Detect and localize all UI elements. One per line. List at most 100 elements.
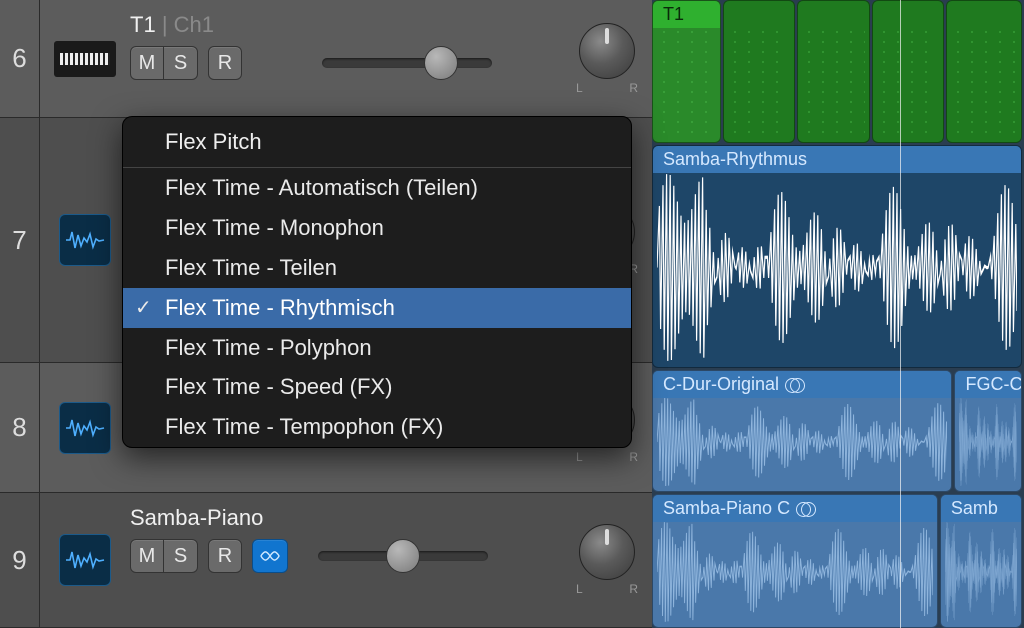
waveform-content <box>959 397 1017 487</box>
flex-menu-item-label: Flex Time - Monophon <box>165 215 384 240</box>
region-header <box>947 1 1021 7</box>
region-label: C-Dur-Original <box>663 374 779 395</box>
region-header <box>724 1 794 7</box>
pan-knob[interactable] <box>579 524 635 580</box>
record-button[interactable]: R <box>208 46 242 80</box>
region-header: Samba-Rhythmus <box>653 146 1021 173</box>
pan-knob[interactable] <box>579 23 635 79</box>
track-body: T1 | Ch1 M S R <box>130 0 562 117</box>
track-controls: M S R <box>130 46 554 80</box>
midi-content <box>877 27 939 138</box>
region[interactable]: Samba-Rhythmus <box>652 145 1022 368</box>
arrange-row: Samba-Rhythmus <box>652 145 1024 368</box>
flex-menu-item-label: Flex Time - Speed (FX) <box>165 374 392 399</box>
slider-rail <box>322 58 492 68</box>
region-header <box>798 1 868 7</box>
waveform-content <box>945 521 1017 623</box>
check-icon: ✓ <box>135 294 152 323</box>
flex-menu-item[interactable]: Flex Time - Polyphon <box>123 328 631 368</box>
waveform-icon <box>59 534 111 586</box>
region-header: C-Dur-Original <box>653 371 951 398</box>
region[interactable]: FGC-C <box>954 370 1022 492</box>
volume-slider[interactable] <box>318 547 488 565</box>
track-number: 7 <box>0 118 40 362</box>
mute-button[interactable]: M <box>130 46 164 80</box>
track-icon-cell <box>40 0 130 117</box>
track-number: 6 <box>0 0 40 117</box>
region-header: Samb <box>941 495 1021 522</box>
track-row[interactable]: 6 T1 | Ch1 M S R <box>0 0 652 118</box>
waveform-glyph <box>65 416 105 440</box>
waveform-content <box>657 172 1017 363</box>
mute-solo-group: M S <box>130 539 198 573</box>
pan-knob-cell: L R <box>562 493 652 627</box>
arrange-row: Samba-Piano C Samb <box>652 494 1024 628</box>
playhead[interactable] <box>900 0 901 628</box>
track-row[interactable]: 9 Samba-Piano M S R <box>0 493 652 628</box>
mute-button[interactable]: M <box>130 539 164 573</box>
region-header: T1 <box>653 1 720 28</box>
flex-menu-item-label: Flex Time - Tempophon (FX) <box>165 414 443 439</box>
flex-menu-item-label: Flex Time - Teilen <box>165 255 337 280</box>
pan-right-label: R <box>629 81 638 95</box>
track-title[interactable]: T1 | Ch1 <box>130 12 554 38</box>
flex-menu-item[interactable]: ✓ Flex Time - Rhythmisch <box>123 288 631 328</box>
flex-button[interactable] <box>252 539 288 573</box>
region-header: FGC-C <box>955 371 1021 398</box>
region[interactable] <box>797 0 869 143</box>
flex-menu-item[interactable]: Flex Time - Teilen <box>123 248 631 288</box>
region[interactable]: Samb <box>940 494 1022 628</box>
track-channel-label: Ch1 <box>174 12 214 37</box>
flex-mode-menu[interactable]: Flex Pitch Flex Time - Automatisch (Teil… <box>122 116 632 448</box>
waveform-content <box>657 521 933 623</box>
region[interactable]: C-Dur-Original <box>652 370 952 492</box>
flex-menu-item[interactable]: Flex Time - Tempophon (FX) <box>123 407 631 447</box>
record-button[interactable]: R <box>208 539 242 573</box>
pan-left-label: L <box>576 450 583 464</box>
track-title[interactable]: Samba-Piano <box>130 505 554 531</box>
pan-labels: L R <box>576 582 638 596</box>
region-label: Samba-Rhythmus <box>663 149 807 170</box>
waveform-content <box>657 397 947 487</box>
solo-button[interactable]: S <box>164 46 198 80</box>
flex-menu-item-label: Flex Time - Rhythmisch <box>165 295 395 320</box>
region[interactable] <box>872 0 944 143</box>
waveform-glyph <box>65 228 105 252</box>
arrange-area[interactable]: T1 Samba-Rhythmus C-Dur-Original FGC-C Samba… <box>652 0 1024 628</box>
stereo-icon <box>796 502 814 516</box>
waveform-icon <box>59 214 111 266</box>
pan-knob-cell: L R <box>562 0 652 117</box>
slider-thumb[interactable] <box>424 46 458 80</box>
region-label: Samb <box>951 498 998 519</box>
flex-menu-item[interactable]: Flex Time - Monophon <box>123 208 631 248</box>
midi-content <box>728 27 790 138</box>
mute-solo-group: M S <box>130 46 198 80</box>
flex-menu-item[interactable]: Flex Time - Speed (FX) <box>123 367 631 407</box>
midi-content <box>951 27 1017 138</box>
region[interactable] <box>946 0 1022 143</box>
region[interactable]: T1 <box>652 0 721 143</box>
slider-thumb[interactable] <box>386 539 420 573</box>
track-icon-cell <box>40 118 130 362</box>
flex-icon <box>259 548 281 564</box>
volume-slider[interactable] <box>322 54 492 72</box>
midi-content <box>802 27 864 138</box>
region[interactable] <box>723 0 795 143</box>
region[interactable]: Samba-Piano C <box>652 494 938 628</box>
arrange-row: T1 <box>652 0 1024 143</box>
solo-button[interactable]: S <box>164 539 198 573</box>
pan-left-label: L <box>576 582 583 596</box>
keyboard-icon <box>54 41 116 77</box>
pan-labels: L R <box>576 81 638 95</box>
flex-menu-item[interactable]: Flex Time - Automatisch (Teilen) <box>123 168 631 208</box>
track-icon-cell <box>40 493 130 627</box>
flex-menu-item-label: Flex Time - Polyphon <box>165 335 372 360</box>
pan-labels: L R <box>576 450 638 464</box>
waveform-glyph <box>65 548 105 572</box>
stereo-icon <box>785 378 803 392</box>
track-icon-cell <box>40 363 130 492</box>
flex-menu-header[interactable]: Flex Pitch <box>123 117 631 168</box>
region-label: T1 <box>663 4 684 25</box>
track-channel-sep: | <box>162 12 174 37</box>
pan-right-label: R <box>629 582 638 596</box>
